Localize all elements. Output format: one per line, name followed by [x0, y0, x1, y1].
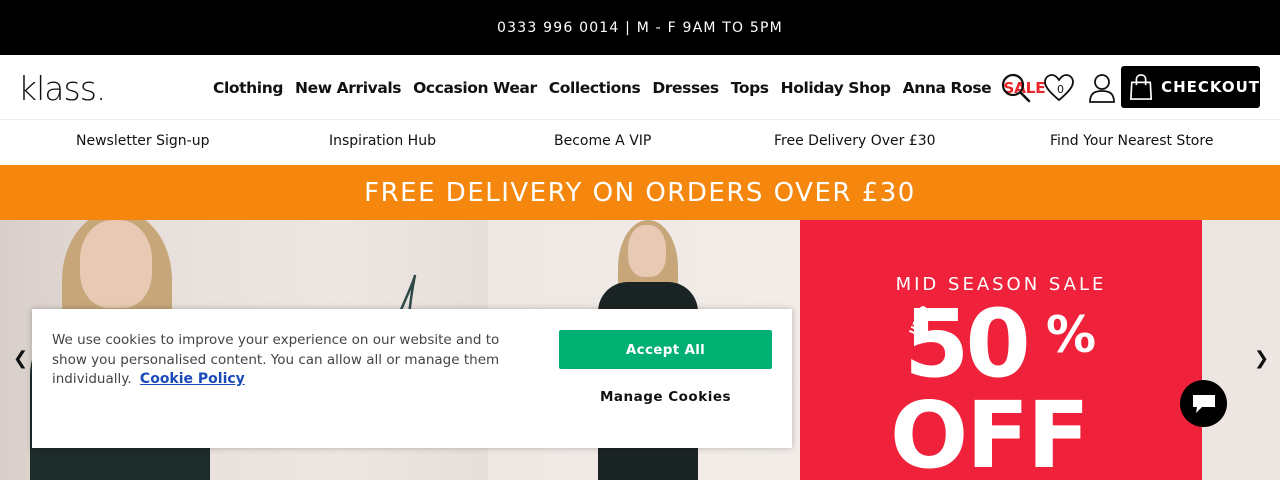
search-icon [1001, 73, 1031, 102]
carousel-next-arrow[interactable]: ❯ [1254, 348, 1269, 369]
wishlist-count: 0 [1057, 82, 1064, 96]
checkout-button[interactable]: CHECKOUT [1121, 66, 1260, 108]
search-button[interactable] [996, 68, 1036, 108]
top-contact-bar: 0333 996 0014 | M - F 9AM TO 5PM [0, 0, 1280, 55]
nav-item-collections[interactable]: Collections [549, 79, 641, 97]
site-header: klass. Clothing New Arrivals Occasion We… [0, 55, 1280, 120]
nav-item-holiday-shop[interactable]: Holiday Shop [781, 79, 891, 97]
main-nav: Clothing New Arrivals Occasion Wear Coll… [207, 55, 1051, 120]
nav-item-new-arrivals[interactable]: New Arrivals [295, 79, 402, 97]
shopping-bag-icon [1129, 74, 1153, 100]
sale-banner[interactable]: MID SEASON SALE UPTO 50 % OFF [800, 220, 1202, 480]
subnav-newsletter[interactable]: Newsletter Sign-up [76, 133, 209, 149]
model-face [628, 225, 666, 277]
checkout-label: CHECKOUT [1161, 78, 1260, 96]
manage-cookies-button[interactable]: Manage Cookies [559, 389, 772, 405]
model-face [80, 220, 152, 308]
header-icons: 0 [996, 65, 1125, 110]
nav-item-clothing[interactable]: Clothing [213, 79, 283, 97]
contact-info: 0333 996 0014 | M - F 9AM TO 5PM [497, 19, 783, 36]
subnav-free-delivery[interactable]: Free Delivery Over £30 [774, 133, 936, 149]
chat-button[interactable] [1180, 380, 1227, 427]
chat-icon [1192, 394, 1215, 413]
nav-item-dresses[interactable]: Dresses [652, 79, 719, 97]
account-button[interactable] [1082, 68, 1122, 108]
cookie-message: We use cookies to improve your experienc… [52, 332, 500, 387]
subnav-store-finder[interactable]: Find Your Nearest Store [1050, 133, 1213, 149]
accept-all-button[interactable]: Accept All [559, 330, 772, 369]
cookie-text-block: We use cookies to improve your experienc… [52, 331, 522, 390]
secondary-nav: Newsletter Sign-up Inspiration Hub Becom… [0, 120, 1280, 165]
cookie-banner: We use cookies to improve your experienc… [32, 309, 792, 448]
carousel-prev-arrow[interactable]: ❮ [13, 348, 28, 369]
nav-item-anna-rose[interactable]: Anna Rose [903, 79, 992, 97]
sale-percent: % [1046, 306, 1097, 364]
promo-banner[interactable]: FREE DELIVERY ON ORDERS OVER £30 [0, 165, 1280, 220]
wishlist-button[interactable]: 0 [1039, 68, 1079, 108]
nav-item-occasion-wear[interactable]: Occasion Wear [413, 79, 537, 97]
subnav-inspiration-hub[interactable]: Inspiration Hub [329, 133, 436, 149]
logo[interactable]: klass. [18, 69, 106, 108]
sale-off: OFF [890, 382, 1090, 480]
hero-carousel[interactable]: MID SEASON SALE UPTO 50 % OFF ❮ ❯ We use… [0, 220, 1280, 480]
user-icon [1089, 73, 1115, 103]
cookie-policy-link[interactable]: Cookie Policy [140, 371, 245, 387]
subnav-become-vip[interactable]: Become A VIP [554, 133, 651, 149]
nav-item-tops[interactable]: Tops [731, 79, 769, 97]
promo-text: FREE DELIVERY ON ORDERS OVER £30 [364, 177, 916, 208]
